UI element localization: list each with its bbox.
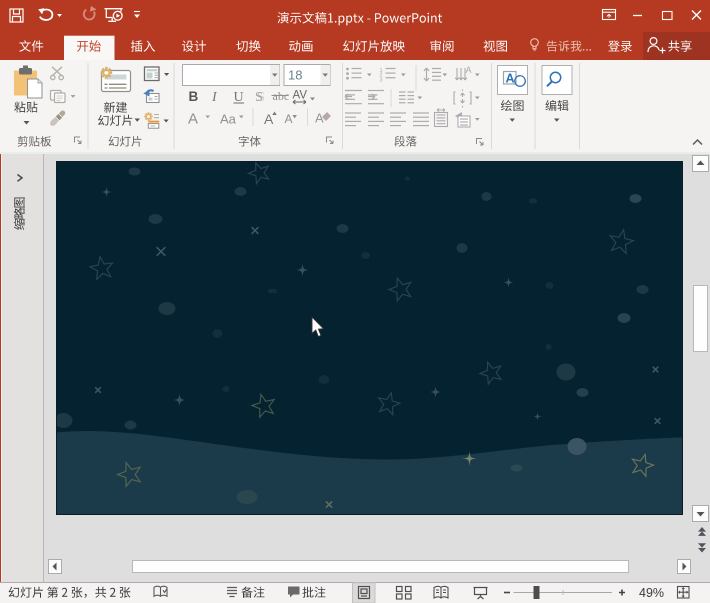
svg-text:49%: 49% [639,586,664,600]
svg-text:A: A [506,72,515,86]
svg-text:B: B [189,89,199,104]
svg-text:3: 3 [380,77,383,83]
svg-text:A: A [466,65,472,75]
svg-text:A: A [315,111,324,126]
svg-text:S: S [255,90,263,105]
svg-text:Aa: Aa [220,112,237,127]
svg-text:AV: AV [293,90,308,102]
svg-text:A: A [264,111,274,127]
svg-text:18: 18 [288,68,302,83]
svg-text:A: A [285,112,293,126]
svg-text:A: A [188,111,198,128]
